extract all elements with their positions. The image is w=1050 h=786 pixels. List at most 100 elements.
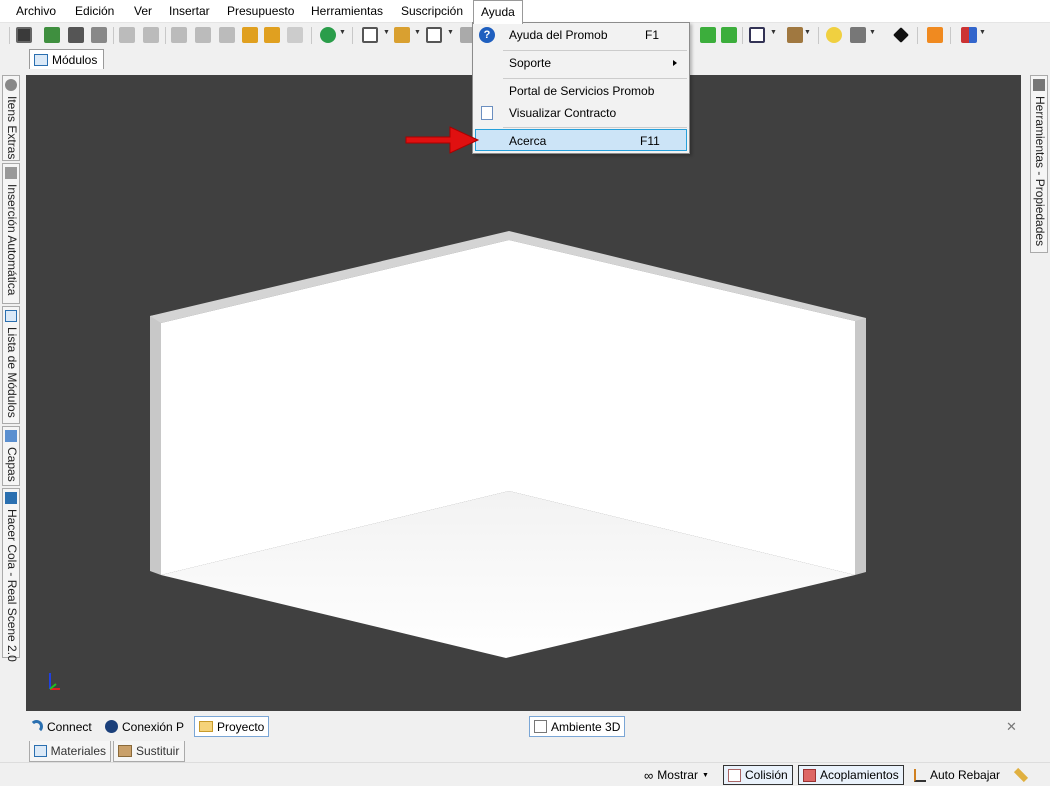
copy-icon[interactable] [195, 27, 211, 43]
chevron-down-icon[interactable]: ▼ [383, 29, 390, 36]
menu-ver[interactable]: Ver [127, 0, 159, 23]
menu-edicion[interactable]: Edición [68, 0, 121, 23]
annotation-arrow-icon [405, 126, 480, 154]
menu-separator [503, 78, 687, 79]
tab-itens-extras[interactable]: Itens Extras [2, 75, 20, 161]
chevron-down-icon[interactable]: ▼ [339, 29, 346, 36]
tab-lista-de-modulos[interactable]: Lista de Módulos [2, 306, 20, 424]
menu-item-soporte[interactable]: Soporte [475, 52, 687, 74]
viewport-3d[interactable] [26, 75, 1021, 711]
print-preview-icon[interactable] [68, 27, 84, 43]
link-icon [5, 167, 17, 179]
chevron-down-icon[interactable]: ▼ [804, 29, 811, 36]
undo-icon[interactable] [119, 27, 135, 43]
budget-icon[interactable] [320, 27, 336, 43]
help-icon: ? [479, 27, 495, 43]
auto-rebajar-label: Auto Rebajar [930, 768, 1001, 782]
glasses-icon: ∞ [644, 767, 654, 783]
folder-icon [199, 721, 213, 732]
tab-insercion-automatica[interactable]: Inserción Automática [2, 163, 20, 304]
menu-item-ayuda-promob[interactable]: ? Ayuda del Promob F1 [475, 24, 687, 46]
tab-hacer-cola[interactable]: Hacer Cola - Real Scene 2.0 [2, 488, 20, 662]
light-bulb-icon[interactable] [826, 27, 842, 43]
tab-capas[interactable]: Capas [2, 426, 20, 486]
user-icon[interactable] [927, 27, 943, 43]
submenu-arrow-icon [673, 60, 677, 66]
hammer-icon[interactable] [242, 27, 258, 43]
cube-view-icon[interactable] [749, 27, 765, 43]
chevron-down-icon[interactable]: ▼ [414, 29, 421, 36]
save-icon[interactable] [16, 27, 32, 43]
shape-icon[interactable] [426, 27, 442, 43]
menu-item-acerca[interactable]: Acerca F11 [475, 129, 687, 151]
printer-icon[interactable] [91, 27, 107, 43]
paint-roller-icon[interactable] [264, 27, 280, 43]
menu-item-portal-servicios[interactable]: Portal de Servicios Promob [475, 80, 687, 102]
tab-capas-label: Capas [5, 447, 19, 482]
print-icon[interactable] [44, 27, 60, 43]
document-icon [481, 106, 493, 120]
mostrar-button[interactable]: ∞ Mostrar ▼ [640, 765, 713, 785]
tab-ambiente-3d[interactable]: Ambiente 3D [529, 716, 626, 737]
menu-ayuda[interactable]: Ayuda [473, 0, 523, 24]
toolbar-separator [352, 27, 353, 44]
tab-conexion-label: Conexión P [122, 719, 185, 734]
paste-icon[interactable] [219, 27, 235, 43]
tab-herramientas-propiedades[interactable]: Herramientas - Propiedades [1030, 75, 1048, 253]
cut-icon[interactable] [171, 27, 187, 43]
collision-icon [728, 768, 741, 782]
box-icon[interactable] [787, 27, 803, 43]
arrow-right-icon[interactable] [721, 27, 737, 43]
chevron-down-icon[interactable]: ▼ [447, 29, 454, 36]
menu-archivo[interactable]: Archivo [9, 0, 63, 23]
tab-connect[interactable]: Connect [26, 716, 96, 737]
menu-item-label: Acerca [509, 134, 547, 148]
scene-icon [534, 720, 547, 733]
coupling-icon [803, 768, 816, 782]
tab-hacer-cola-label: Hacer Cola - Real Scene 2.0 [5, 509, 19, 662]
colision-toggle[interactable]: Colisión [723, 765, 793, 785]
acoplamientos-label: Acoplamientos [820, 768, 899, 782]
materials-icon [34, 745, 47, 757]
settings-tool-icon[interactable] [1010, 765, 1032, 785]
close-icon[interactable]: ✕ [1006, 719, 1017, 735]
arrow-left-icon[interactable] [700, 27, 716, 43]
chevron-down-icon[interactable]: ▼ [770, 29, 777, 36]
camera-icon[interactable] [850, 27, 866, 43]
tab-sustituir[interactable]: Sustituir [113, 741, 185, 762]
auto-rebajar-toggle[interactable]: Auto Rebajar [910, 765, 1004, 785]
chevron-down-icon: ▼ [701, 771, 709, 779]
mostrar-label: Mostrar [657, 768, 698, 782]
wand-icon [1013, 767, 1029, 783]
tab-herramientas-label: Herramientas - Propiedades [1033, 96, 1047, 247]
menu-item-visualizar-contracto[interactable]: Visualizar Contracto [475, 102, 687, 124]
tab-lista-de-modulos-label: Lista de Módulos [5, 327, 19, 418]
layout-icon[interactable] [961, 27, 977, 43]
move-icon[interactable] [893, 27, 909, 43]
colision-label: Colisión [745, 768, 788, 782]
tab-conexion[interactable]: Conexión P [101, 716, 188, 737]
help-menu-dropdown: ? Ayuda del Promob F1 Soporte Portal de … [472, 22, 690, 154]
menu-insertar[interactable]: Insertar [162, 0, 217, 23]
menu-suscripcion[interactable]: Suscripción [394, 0, 470, 23]
tab-sustituir-label: Sustituir [136, 744, 180, 758]
tab-materiales[interactable]: Materiales [29, 741, 111, 762]
chevron-down-icon[interactable]: ▼ [979, 29, 986, 36]
delete-icon[interactable] [287, 27, 303, 43]
modules-icon[interactable] [394, 27, 410, 43]
menu-herramientas[interactable]: Herramientas [304, 0, 390, 23]
menu-item-label: Soporte [509, 56, 552, 70]
view-icon[interactable] [362, 27, 378, 43]
left-dock: Itens Extras Inserción Automática Lista … [0, 75, 22, 665]
menu-presupuesto[interactable]: Presupuesto [220, 0, 301, 23]
tab-ambiente-label: Ambiente 3D [551, 719, 621, 734]
toolbar-separator [113, 27, 114, 44]
tab-proyecto[interactable]: Proyecto [194, 716, 270, 737]
acoplamientos-toggle[interactable]: Acoplamientos [798, 765, 904, 785]
chevron-down-icon[interactable]: ▼ [869, 29, 876, 36]
modules-tab[interactable]: Módulos [29, 49, 105, 69]
toolbar-separator [165, 27, 166, 44]
modules-tab-label: Módulos [52, 52, 98, 67]
menu-separator [503, 50, 687, 51]
redo-icon[interactable] [143, 27, 159, 43]
